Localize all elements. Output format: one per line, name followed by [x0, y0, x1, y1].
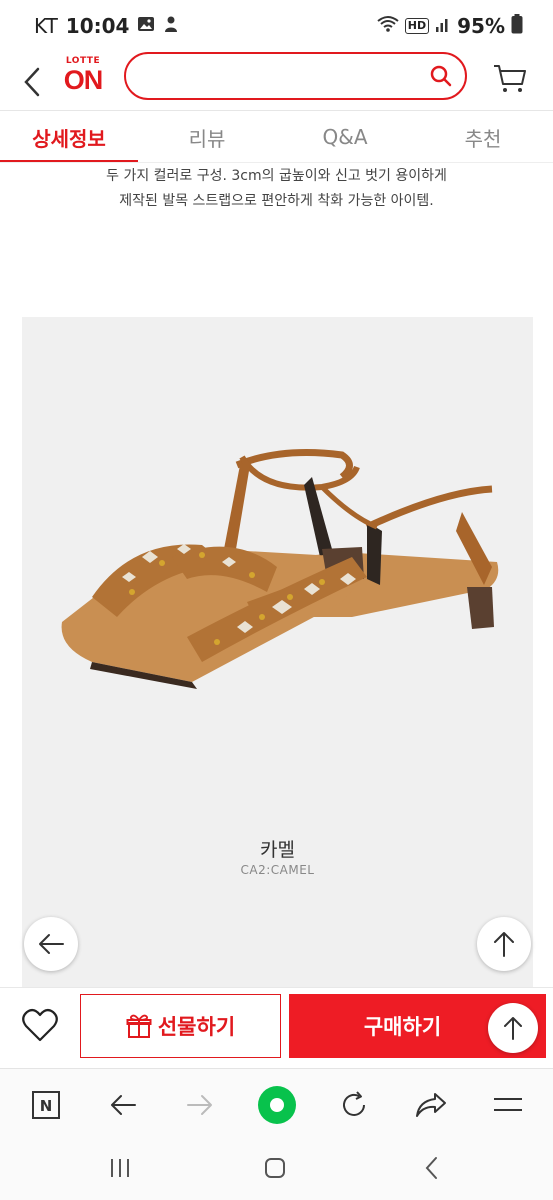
- recent-apps-icon: [111, 1159, 129, 1177]
- naver-home-button[interactable]: N: [24, 1083, 68, 1127]
- signal-icon: [435, 14, 451, 38]
- naver-icon: N: [32, 1091, 60, 1119]
- home-button[interactable]: [255, 1152, 295, 1184]
- browser-forward-button[interactable]: [178, 1083, 222, 1127]
- color-code: CA2:CAMEL: [240, 863, 315, 877]
- search-bar: [124, 52, 467, 100]
- app-notification-icon: [163, 14, 179, 38]
- browser-toolbar: N: [0, 1068, 553, 1138]
- battery-percent: 95%: [457, 14, 505, 38]
- gallery-notification-icon: [137, 14, 155, 38]
- product-description: 두 가지 컬러로 구성. 3cm의 굽높이와 신고 벗기 용이하게 제작된 발목…: [0, 164, 553, 214]
- gift-button[interactable]: 선물하기: [80, 994, 281, 1058]
- system-back-button[interactable]: [412, 1152, 452, 1184]
- back-arrow-icon: [111, 1095, 136, 1115]
- description-line-1: 두 가지 컬러로 구성. 3cm의 굽높이와 신고 벗기 용이하게: [106, 168, 447, 184]
- description-line-2: 제작된 발목 스트랩으로 편안하게 착화 가능한 아이템.: [119, 193, 434, 209]
- reload-button[interactable]: [332, 1083, 376, 1127]
- previous-image-button[interactable]: [24, 917, 78, 971]
- gift-button-label: 선물하기: [157, 1015, 236, 1039]
- buy-button-label: 구매하기: [363, 1015, 442, 1039]
- share-button[interactable]: [409, 1083, 453, 1127]
- status-bar: KT 10:04 HD 95%: [0, 0, 553, 52]
- forward-arrow-icon: [187, 1095, 212, 1115]
- browser-menu-button[interactable]: [486, 1083, 530, 1127]
- reload-icon: [343, 1091, 365, 1116]
- logo-big-text: ON: [63, 65, 104, 95]
- chevron-left-icon: [425, 1157, 437, 1179]
- tab-reviews[interactable]: 리뷰: [138, 111, 276, 163]
- home-icon: [265, 1158, 285, 1178]
- back-arrow-icon: [24, 67, 40, 97]
- clock: 10:04: [65, 14, 130, 38]
- up-arrow-icon: [504, 1017, 522, 1040]
- search-input[interactable]: [144, 54, 424, 98]
- naver-letter: N: [40, 1097, 53, 1115]
- green-dot-icon: [258, 1086, 296, 1124]
- cart-button[interactable]: [492, 60, 528, 96]
- up-arrow-icon: [494, 932, 514, 957]
- detail-tabs: 상세정보 리뷰 Q&A 추천: [0, 111, 553, 163]
- battery-icon: [511, 13, 523, 39]
- browser-back-button[interactable]: [101, 1083, 145, 1127]
- share-icon: [416, 1093, 446, 1117]
- search-icon[interactable]: [429, 64, 453, 88]
- scroll-top-button[interactable]: [488, 1003, 538, 1053]
- wishlist-button[interactable]: [20, 1006, 60, 1046]
- left-arrow-icon: [39, 934, 64, 954]
- back-button[interactable]: [16, 62, 48, 102]
- scroll-top-button-image[interactable]: [477, 917, 531, 971]
- hd-badge: HD: [404, 18, 430, 34]
- lotte-on-logo[interactable]: LOTTE ON: [58, 56, 108, 106]
- product-image: 카멜 CA2:CAMEL: [22, 317, 533, 987]
- tabs-divider: [0, 162, 553, 163]
- carrier-label: KT: [34, 14, 58, 38]
- color-name: 카멜: [260, 839, 295, 861]
- green-dot-button[interactable]: [255, 1083, 299, 1127]
- system-navigation-bar: [0, 1138, 553, 1200]
- sandal-illustration: [61, 449, 499, 689]
- heart-icon: [22, 1008, 58, 1042]
- cart-icon: [494, 65, 526, 92]
- purchase-action-bar: 선물하기 구매하기: [0, 987, 553, 1067]
- menu-icon: [494, 1098, 522, 1111]
- recent-apps-button[interactable]: [100, 1152, 140, 1184]
- tab-details[interactable]: 상세정보: [0, 111, 138, 163]
- tab-recommend[interactable]: 추천: [414, 111, 552, 163]
- gift-icon: [126, 1014, 152, 1038]
- tab-qna[interactable]: Q&A: [276, 111, 414, 163]
- wifi-icon: [377, 14, 399, 38]
- app-header: LOTTE ON: [0, 52, 553, 110]
